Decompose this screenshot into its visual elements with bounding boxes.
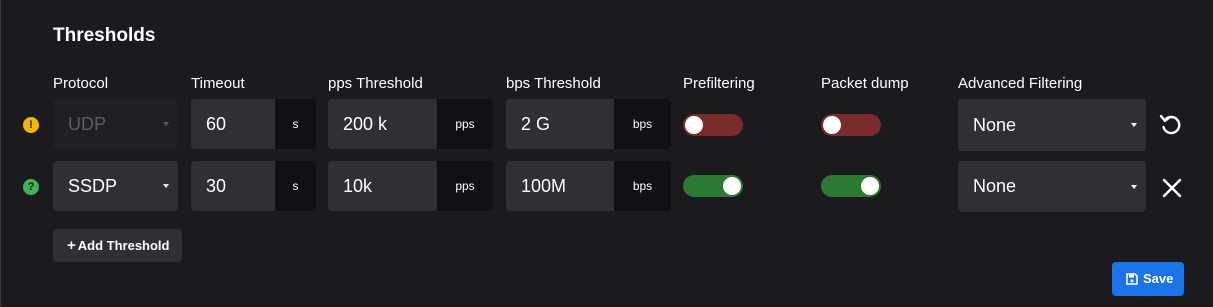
bps-threshold-input[interactable]: 100M	[506, 161, 614, 211]
column-header-protocol: Protocol	[53, 75, 109, 92]
advanced-filtering-value: None	[973, 115, 1017, 135]
column-header-prefiltering: Prefiltering	[683, 75, 755, 92]
timeout-unit: s	[275, 161, 316, 211]
window-edge	[0, 0, 1, 307]
timeout-unit: s	[275, 99, 316, 149]
column-header-bps-threshold: bps Threshold	[506, 75, 601, 92]
timeout-input[interactable]: 30	[191, 161, 275, 211]
column-header-advanced-filtering: Advanced Filtering	[958, 75, 1083, 92]
threshold-row: ? SSDP 30 s 10k pps 100M bps None	[0, 161, 1213, 213]
save-label: Save	[1143, 271, 1174, 286]
toggle-knob	[823, 116, 841, 134]
bps-unit: bps	[614, 161, 671, 211]
warning-icon: !	[23, 117, 39, 133]
pps-threshold-input[interactable]: 10k	[328, 161, 437, 211]
add-threshold-button[interactable]: + Add Threshold	[53, 229, 182, 262]
protocol-value: UDP	[68, 114, 107, 134]
protocol-value: SSDP	[68, 176, 118, 196]
advanced-filtering-select[interactable]: None	[958, 99, 1146, 151]
advanced-filtering-value: None	[973, 176, 1017, 196]
close-icon[interactable]	[1159, 175, 1185, 201]
pps-unit: pps	[437, 161, 493, 211]
chevron-down-icon	[163, 122, 169, 126]
toggle-knob	[685, 116, 703, 134]
chevron-down-icon	[1131, 123, 1137, 127]
prefiltering-toggle[interactable]	[683, 175, 743, 197]
toggle-knob	[723, 177, 741, 195]
bps-threshold-input[interactable]: 2 G	[506, 99, 614, 149]
chevron-down-icon	[1131, 185, 1137, 189]
chevron-down-icon	[163, 184, 169, 188]
bps-unit: bps	[614, 99, 671, 149]
pps-unit: pps	[437, 99, 493, 149]
column-header-packet-dump: Packet dump	[821, 75, 909, 92]
column-header-pps-threshold: pps Threshold	[328, 75, 423, 92]
advanced-filtering-select[interactable]: None	[958, 161, 1146, 212]
toggle-knob	[861, 177, 879, 195]
floppy-disk-icon	[1126, 273, 1138, 285]
add-threshold-label: Add Threshold	[77, 238, 170, 253]
reset-icon[interactable]	[1158, 112, 1184, 138]
timeout-input[interactable]: 60	[191, 99, 275, 149]
save-button[interactable]: Save	[1112, 262, 1184, 296]
packet-dump-toggle[interactable]	[821, 175, 881, 197]
help-icon: ?	[23, 179, 39, 195]
column-header-timeout: Timeout	[191, 75, 245, 92]
prefiltering-toggle[interactable]	[683, 114, 743, 136]
pps-threshold-input[interactable]: 200 k	[328, 99, 437, 149]
protocol-select: UDP	[53, 99, 178, 149]
protocol-select[interactable]: SSDP	[53, 161, 178, 211]
plus-icon: +	[67, 237, 76, 254]
threshold-row: ! UDP 60 s 200 k pps 2 G bps None	[0, 99, 1213, 151]
packet-dump-toggle[interactable]	[821, 114, 881, 136]
section-title: Thresholds	[53, 25, 156, 46]
